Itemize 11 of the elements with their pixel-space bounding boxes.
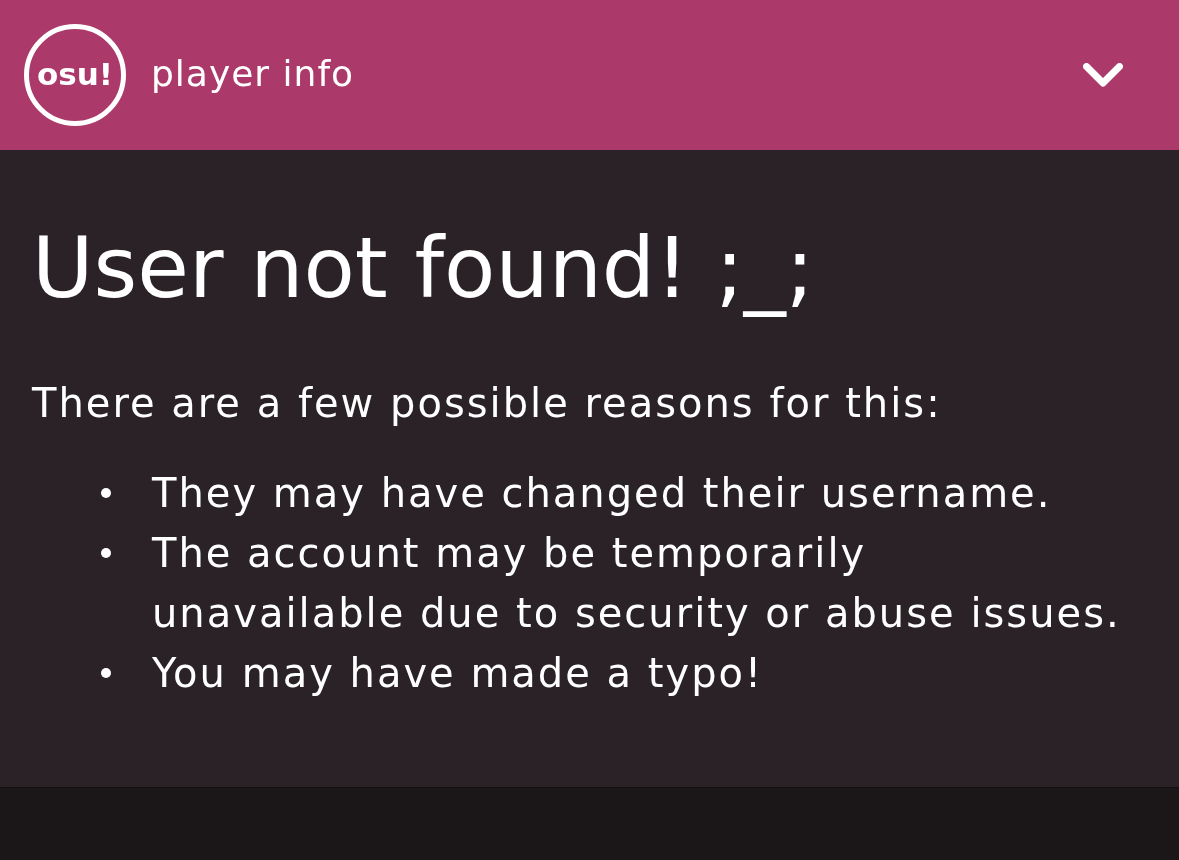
page-title: player info [151,52,355,94]
intro-text: There are a few possible reasons for this: [32,379,943,427]
reason-text: They may have changed their username. [152,469,1052,518]
logo-badge[interactable]: osu! [24,24,126,126]
bullet-icon [101,668,111,678]
error-heading: User not found! ;_; [32,218,816,318]
chevron-down-icon [1083,62,1123,88]
bullet-icon [101,548,111,558]
reason-text: The account may be temporarily unavailable due to security or abuse issues. [152,529,1122,638]
reason-text: You may have made a typo! [152,649,764,698]
bullet-icon [101,488,111,498]
